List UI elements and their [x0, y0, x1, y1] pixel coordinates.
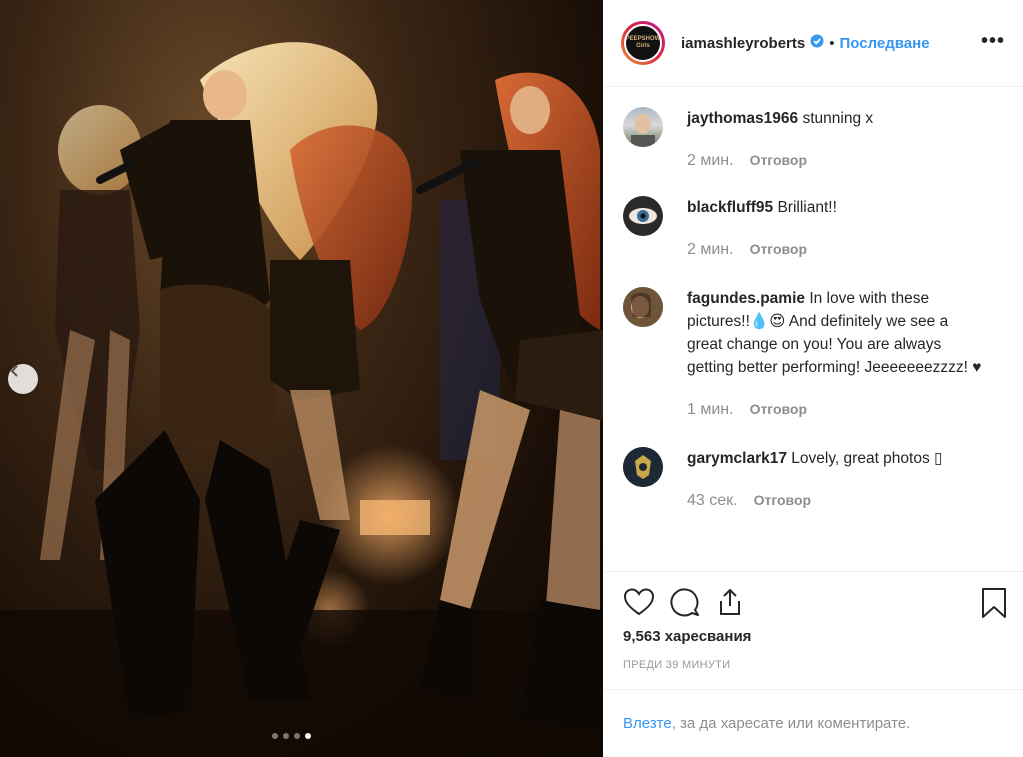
comment-time[interactable]: 2 мин.: [687, 238, 734, 261]
comment-username[interactable]: blackfluff95: [687, 199, 773, 216]
verified-badge-icon: [810, 34, 824, 53]
post-photo[interactable]: [0, 0, 603, 757]
carousel-dot[interactable]: [294, 733, 300, 739]
comment-bubble-icon[interactable]: [669, 587, 701, 617]
share-upload-icon[interactable]: [715, 587, 745, 617]
commenter-avatar[interactable]: [623, 447, 663, 487]
comment-username[interactable]: fagundes.pamie: [687, 290, 805, 307]
carousel-dot[interactable]: [272, 733, 278, 739]
comment-item: jaythomas1966 stunning x 2 мин. Отговор: [603, 107, 1023, 172]
login-prompt: Влезте, за да харесате или коментирате.: [603, 689, 1023, 757]
comment-text: Lovely, great photos ▯: [791, 450, 943, 467]
comment-item: garymclark17 Lovely, great photos ▯ 43 с…: [603, 447, 1023, 512]
reply-button[interactable]: Отговор: [750, 149, 807, 172]
bookmark-icon[interactable]: [981, 587, 1007, 624]
comment-item: blackfluff95 Brilliant!! 2 мин. Отговор: [603, 196, 1023, 261]
follow-button[interactable]: Последване: [840, 35, 930, 52]
carousel-dot[interactable]: [283, 733, 289, 739]
reply-button[interactable]: Отговор: [750, 238, 807, 261]
comment-text: stunning x: [802, 110, 874, 127]
stage-photo: [0, 42, 603, 757]
commenter-avatar[interactable]: [623, 287, 663, 327]
author-avatar[interactable]: PEEPSHOW Girls: [621, 21, 665, 65]
more-options-button[interactable]: •••: [981, 30, 1005, 53]
avatar-text: PEEPSHOW Girls: [625, 36, 661, 49]
carousel-dot-active[interactable]: [305, 733, 311, 739]
post-side-panel: PEEPSHOW Girls iamashleyroberts • Послед…: [603, 0, 1023, 757]
comment-item: fagundes.pamie In love with these pictur…: [603, 287, 1023, 421]
like-heart-icon[interactable]: [623, 587, 655, 617]
comment-time[interactable]: 43 сек.: [687, 489, 738, 512]
comment-time[interactable]: 2 мин.: [687, 149, 734, 172]
login-link[interactable]: Влезте: [623, 715, 672, 732]
reply-button[interactable]: Отговор: [750, 398, 807, 421]
carousel-prev-button[interactable]: [8, 364, 38, 394]
comment-text: Brilliant!!: [777, 199, 837, 216]
comments-list[interactable]: jaythomas1966 stunning x 2 мин. Отговор b…: [603, 87, 1023, 572]
commenter-avatar[interactable]: [623, 196, 663, 236]
instagram-post: PEEPSHOW Girls iamashleyroberts • Послед…: [0, 0, 1023, 757]
comment-time[interactable]: 1 мин.: [687, 398, 734, 421]
comment-username[interactable]: jaythomas1966: [687, 110, 798, 127]
carousel-dots: [272, 733, 311, 739]
chevron-left-icon: [10, 365, 18, 377]
post-actions: [603, 572, 1023, 632]
login-prompt-text: , за да харесате или коментирате.: [671, 715, 911, 732]
separator-dot: •: [829, 34, 835, 52]
reply-button[interactable]: Отговор: [754, 489, 811, 512]
comment-username[interactable]: garymclark17: [687, 450, 787, 467]
post-timestamp[interactable]: ПРЕДИ 39 МИНУТИ: [603, 659, 1023, 671]
commenter-avatar[interactable]: [623, 107, 663, 147]
post-header: PEEPSHOW Girls iamashleyroberts • Послед…: [603, 0, 1023, 87]
author-username[interactable]: iamashleyroberts: [681, 35, 805, 52]
